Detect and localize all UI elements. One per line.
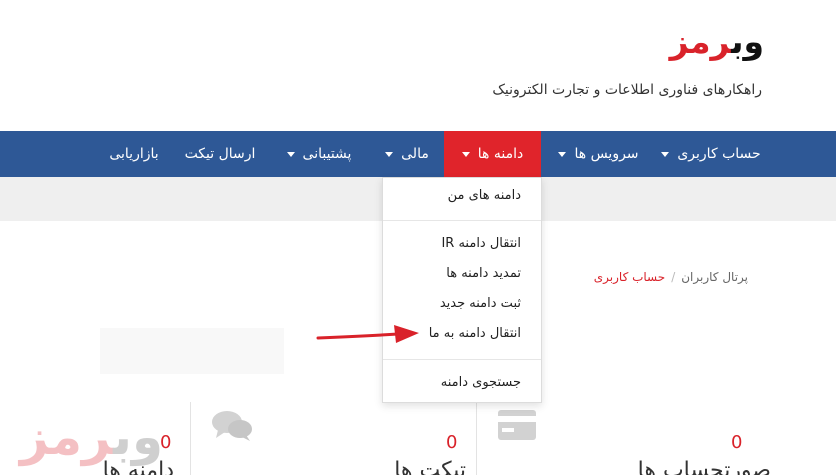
credit-card-icon bbox=[498, 410, 536, 444]
domains-dropdown-menu: دامنه های من انتقال دامنه IR تمدید دامنه… bbox=[382, 177, 542, 403]
panel-divider bbox=[190, 402, 191, 475]
caret-down-icon bbox=[385, 151, 394, 157]
logo-text-accent: رمز bbox=[669, 22, 732, 61]
menu-item-domain-search[interactable]: جستجوی دامنه bbox=[441, 375, 521, 390]
nav-item-label: بازاریابی bbox=[109, 146, 159, 162]
invoices-label[interactable]: صورتحساب ها bbox=[638, 458, 771, 475]
menu-item-register-domain[interactable]: ثبت دامنه جدید bbox=[440, 296, 521, 311]
nav-item-label: حساب کاربری bbox=[677, 146, 761, 162]
nav-item-billing[interactable]: مالی bbox=[370, 131, 444, 177]
menu-divider bbox=[383, 359, 541, 360]
nav-item-account[interactable]: حساب کاربری bbox=[656, 131, 766, 177]
red-arrow-icon bbox=[316, 325, 419, 343]
caret-down-icon bbox=[661, 151, 670, 157]
site-logo[interactable]: وبرمز bbox=[669, 22, 765, 62]
nav-item-services[interactable]: سرویس ها bbox=[541, 131, 656, 177]
nav-item-support[interactable]: پشتیبانی bbox=[268, 131, 370, 177]
menu-item-transfer-ir-domain[interactable]: انتقال دامنه IR bbox=[441, 236, 521, 251]
invoices-count: 0 bbox=[731, 432, 743, 453]
tickets-count: 0 bbox=[446, 432, 458, 453]
site-header: وبرمز راهکارهای فناوری اطلاعات و تجارت ا… bbox=[0, 0, 836, 131]
nav-item-label: سرویس ها bbox=[574, 146, 639, 162]
menu-item-renew-domains[interactable]: تمدید دامنه ها bbox=[446, 266, 521, 281]
watermark-logo: وبرمز bbox=[20, 408, 165, 466]
nav-item-affiliates[interactable]: بازاریابی bbox=[96, 131, 172, 177]
breadcrumb-home-link[interactable]: پرتال کاربران bbox=[681, 270, 748, 284]
menu-item-my-domains[interactable]: دامنه های من bbox=[448, 188, 521, 203]
nav-item-label: مالی bbox=[401, 146, 429, 162]
caret-down-icon bbox=[461, 151, 470, 157]
panel-divider bbox=[476, 402, 477, 475]
menu-divider bbox=[383, 220, 541, 221]
placeholder-panel bbox=[100, 328, 284, 374]
nav-item-label: پشتیبانی bbox=[302, 146, 352, 162]
caret-down-icon bbox=[558, 151, 567, 157]
logo-text-primary: وب bbox=[731, 22, 765, 61]
breadcrumb: پرتال کاربران / حساب کاربری bbox=[594, 270, 748, 284]
menu-item-transfer-domain[interactable]: انتقال دامنه به ما bbox=[429, 326, 521, 341]
nav-item-label: دامنه ها bbox=[477, 146, 524, 162]
nav-item-domains[interactable]: دامنه ها bbox=[444, 131, 541, 177]
breadcrumb-separator: / bbox=[671, 270, 676, 284]
breadcrumb-current: حساب کاربری bbox=[593, 270, 666, 284]
main-navbar: حساب کاربری سرویس ها دامنه ها مالی پشتیب… bbox=[0, 131, 836, 177]
nav-item-open-ticket[interactable]: ارسال تیکت bbox=[172, 131, 268, 177]
nav-item-label: ارسال تیکت bbox=[184, 146, 256, 162]
comments-icon bbox=[212, 410, 252, 446]
site-tagline: راهکارهای فناوری اطلاعات و تجارت الکترون… bbox=[492, 82, 762, 98]
tickets-label[interactable]: تیکت ها bbox=[394, 458, 466, 475]
caret-down-icon bbox=[286, 151, 295, 157]
